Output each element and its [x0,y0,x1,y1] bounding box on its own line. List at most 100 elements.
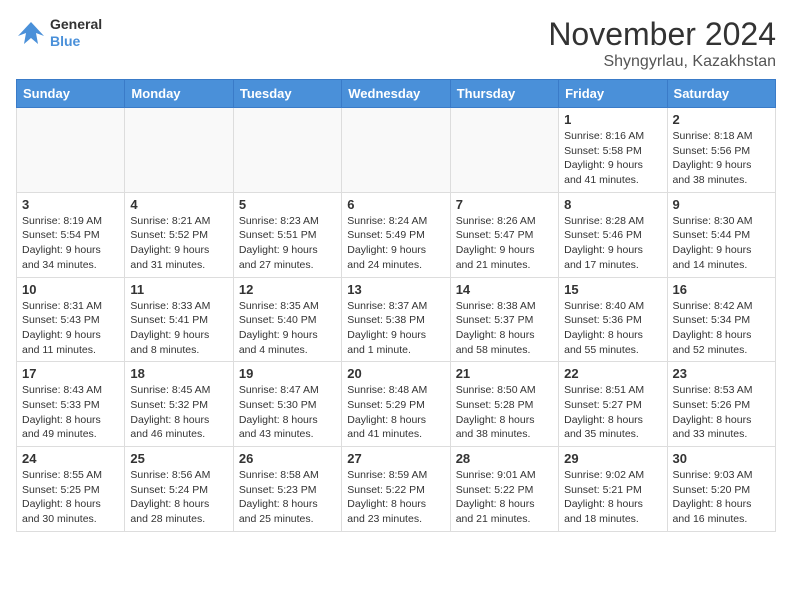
day-info: Sunrise: 8:35 AMSunset: 5:40 PMDaylight:… [239,299,336,358]
day-info: Sunrise: 8:37 AMSunset: 5:38 PMDaylight:… [347,299,444,358]
weekday-header-friday: Friday [559,80,667,108]
weekday-header-row: SundayMondayTuesdayWednesdayThursdayFrid… [17,80,776,108]
day-info: Sunrise: 8:24 AMSunset: 5:49 PMDaylight:… [347,214,444,273]
day-info: Sunrise: 9:03 AMSunset: 5:20 PMDaylight:… [673,468,770,527]
calendar-cell: 19Sunrise: 8:47 AMSunset: 5:30 PMDayligh… [233,362,341,447]
logo-text: General Blue [50,16,102,50]
calendar-week-2: 3 Sunrise: 8:19 AMSunset: 5:54 PMDaylight… [17,192,776,277]
day-number: 26 [239,451,336,466]
day-number: 19 [239,366,336,381]
day-info: Sunrise: 8:55 AMSunset: 5:25 PMDaylight:… [22,468,119,527]
day-number: 5 [239,197,336,212]
calendar-cell [450,108,558,193]
calendar-cell: 2 Sunrise: 8:18 AMSunset: 5:56 PMDaylight… [667,108,775,193]
day-info: Sunrise: 8:28 AMSunset: 5:46 PMDaylight:… [564,214,661,273]
logo-general: General [50,16,102,33]
day-info: Sunrise: 8:21 AMSunset: 5:52 PMDaylight:… [130,214,227,273]
day-info: Sunrise: 8:33 AMSunset: 5:41 PMDaylight:… [130,299,227,358]
weekday-header-sunday: Sunday [17,80,125,108]
day-info: Sunrise: 8:58 AMSunset: 5:23 PMDaylight:… [239,468,336,527]
day-info: Sunrise: 8:19 AMSunset: 5:54 PMDaylight:… [22,214,119,273]
day-info: Sunrise: 8:42 AMSunset: 5:34 PMDaylight:… [673,299,770,358]
day-number: 17 [22,366,119,381]
day-number: 27 [347,451,444,466]
day-number: 16 [673,282,770,297]
day-info: Sunrise: 8:45 AMSunset: 5:32 PMDaylight:… [130,383,227,442]
day-info: Sunrise: 9:01 AMSunset: 5:22 PMDaylight:… [456,468,553,527]
day-info: Sunrise: 8:16 AMSunset: 5:58 PMDaylight:… [564,129,661,188]
day-number: 6 [347,197,444,212]
calendar-week-1: 1Sunrise: 8:16 AMSunset: 5:58 PMDaylight… [17,108,776,193]
weekday-header-saturday: Saturday [667,80,775,108]
day-number: 30 [673,451,770,466]
calendar-week-4: 17 Sunrise: 8:43 AMSunset: 5:33 PMDayligh… [17,362,776,447]
calendar-cell: 18 Sunrise: 8:45 AMSunset: 5:32 PMDayligh… [125,362,233,447]
calendar-cell [17,108,125,193]
calendar-cell [233,108,341,193]
day-number: 9 [673,197,770,212]
day-number: 28 [456,451,553,466]
day-number: 2 [673,112,770,127]
day-number: 8 [564,197,661,212]
calendar-cell: 9 Sunrise: 8:30 AMSunset: 5:44 PMDaylight… [667,192,775,277]
day-info: Sunrise: 8:31 AMSunset: 5:43 PMDaylight:… [22,299,119,358]
day-info: Sunrise: 9:02 AMSunset: 5:21 PMDaylight:… [564,468,661,527]
weekday-header-thursday: Thursday [450,80,558,108]
title-block: November 2024 Shyngyrlau, Kazakhstan [548,16,776,71]
day-info: Sunrise: 8:53 AMSunset: 5:26 PMDaylight:… [673,383,770,442]
weekday-header-wednesday: Wednesday [342,80,450,108]
calendar-cell: 3 Sunrise: 8:19 AMSunset: 5:54 PMDaylight… [17,192,125,277]
calendar-cell: 25Sunrise: 8:56 AMSunset: 5:24 PMDayligh… [125,447,233,532]
calendar-cell: 23 Sunrise: 8:53 AMSunset: 5:26 PMDayligh… [667,362,775,447]
day-number: 3 [22,197,119,212]
day-number: 10 [22,282,119,297]
calendar-cell: 7 Sunrise: 8:26 AMSunset: 5:47 PMDaylight… [450,192,558,277]
day-info: Sunrise: 8:48 AMSunset: 5:29 PMDaylight:… [347,383,444,442]
calendar-week-5: 24Sunrise: 8:55 AMSunset: 5:25 PMDayligh… [17,447,776,532]
day-info: Sunrise: 8:50 AMSunset: 5:28 PMDaylight:… [456,383,553,442]
calendar-cell: 10 Sunrise: 8:31 AMSunset: 5:43 PMDayligh… [17,277,125,362]
day-number: 29 [564,451,661,466]
day-number: 21 [456,366,553,381]
calendar-cell: 13 Sunrise: 8:37 AMSunset: 5:38 PMDayligh… [342,277,450,362]
calendar-cell: 16 Sunrise: 8:42 AMSunset: 5:34 PMDayligh… [667,277,775,362]
day-info: Sunrise: 8:40 AMSunset: 5:36 PMDaylight:… [564,299,661,358]
calendar-cell: 27 Sunrise: 8:59 AMSunset: 5:22 PMDayligh… [342,447,450,532]
calendar-cell: 15 Sunrise: 8:40 AMSunset: 5:36 PMDayligh… [559,277,667,362]
day-number: 18 [130,366,227,381]
day-number: 23 [673,366,770,381]
calendar-cell: 4 Sunrise: 8:21 AMSunset: 5:52 PMDaylight… [125,192,233,277]
logo-blue: Blue [50,33,102,50]
calendar-cell: 11Sunrise: 8:33 AMSunset: 5:41 PMDayligh… [125,277,233,362]
month-title: November 2024 [548,16,776,53]
day-number: 7 [456,197,553,212]
day-info: Sunrise: 8:30 AMSunset: 5:44 PMDaylight:… [673,214,770,273]
calendar-cell: 20Sunrise: 8:48 AMSunset: 5:29 PMDayligh… [342,362,450,447]
day-number: 12 [239,282,336,297]
day-info: Sunrise: 8:18 AMSunset: 5:56 PMDaylight:… [673,129,770,188]
day-number: 22 [564,366,661,381]
day-info: Sunrise: 8:59 AMSunset: 5:22 PMDaylight:… [347,468,444,527]
day-info: Sunrise: 8:26 AMSunset: 5:47 PMDaylight:… [456,214,553,273]
location-subtitle: Shyngyrlau, Kazakhstan [548,53,776,71]
day-number: 15 [564,282,661,297]
calendar-cell: 6 Sunrise: 8:24 AMSunset: 5:49 PMDaylight… [342,192,450,277]
calendar-cell: 26 Sunrise: 8:58 AMSunset: 5:23 PMDayligh… [233,447,341,532]
day-info: Sunrise: 8:43 AMSunset: 5:33 PMDaylight:… [22,383,119,442]
day-info: Sunrise: 8:51 AMSunset: 5:27 PMDaylight:… [564,383,661,442]
calendar-cell: 21 Sunrise: 8:50 AMSunset: 5:28 PMDayligh… [450,362,558,447]
calendar-cell: 14Sunrise: 8:38 AMSunset: 5:37 PMDayligh… [450,277,558,362]
calendar-cell: 28 Sunrise: 9:01 AMSunset: 5:22 PMDayligh… [450,447,558,532]
day-number: 13 [347,282,444,297]
page-header: General Blue November 2024 Shyngyrlau, K… [16,16,776,71]
day-info: Sunrise: 8:23 AMSunset: 5:51 PMDaylight:… [239,214,336,273]
calendar-cell: 1Sunrise: 8:16 AMSunset: 5:58 PMDaylight… [559,108,667,193]
calendar-cell: 5 Sunrise: 8:23 AMSunset: 5:51 PMDaylight… [233,192,341,277]
day-info: Sunrise: 8:38 AMSunset: 5:37 PMDaylight:… [456,299,553,358]
day-number: 25 [130,451,227,466]
calendar-cell: 22 Sunrise: 8:51 AMSunset: 5:27 PMDayligh… [559,362,667,447]
day-number: 4 [130,197,227,212]
logo: General Blue [16,16,102,50]
calendar-cell: 29 Sunrise: 9:02 AMSunset: 5:21 PMDayligh… [559,447,667,532]
calendar-cell: 8 Sunrise: 8:28 AMSunset: 5:46 PMDaylight… [559,192,667,277]
